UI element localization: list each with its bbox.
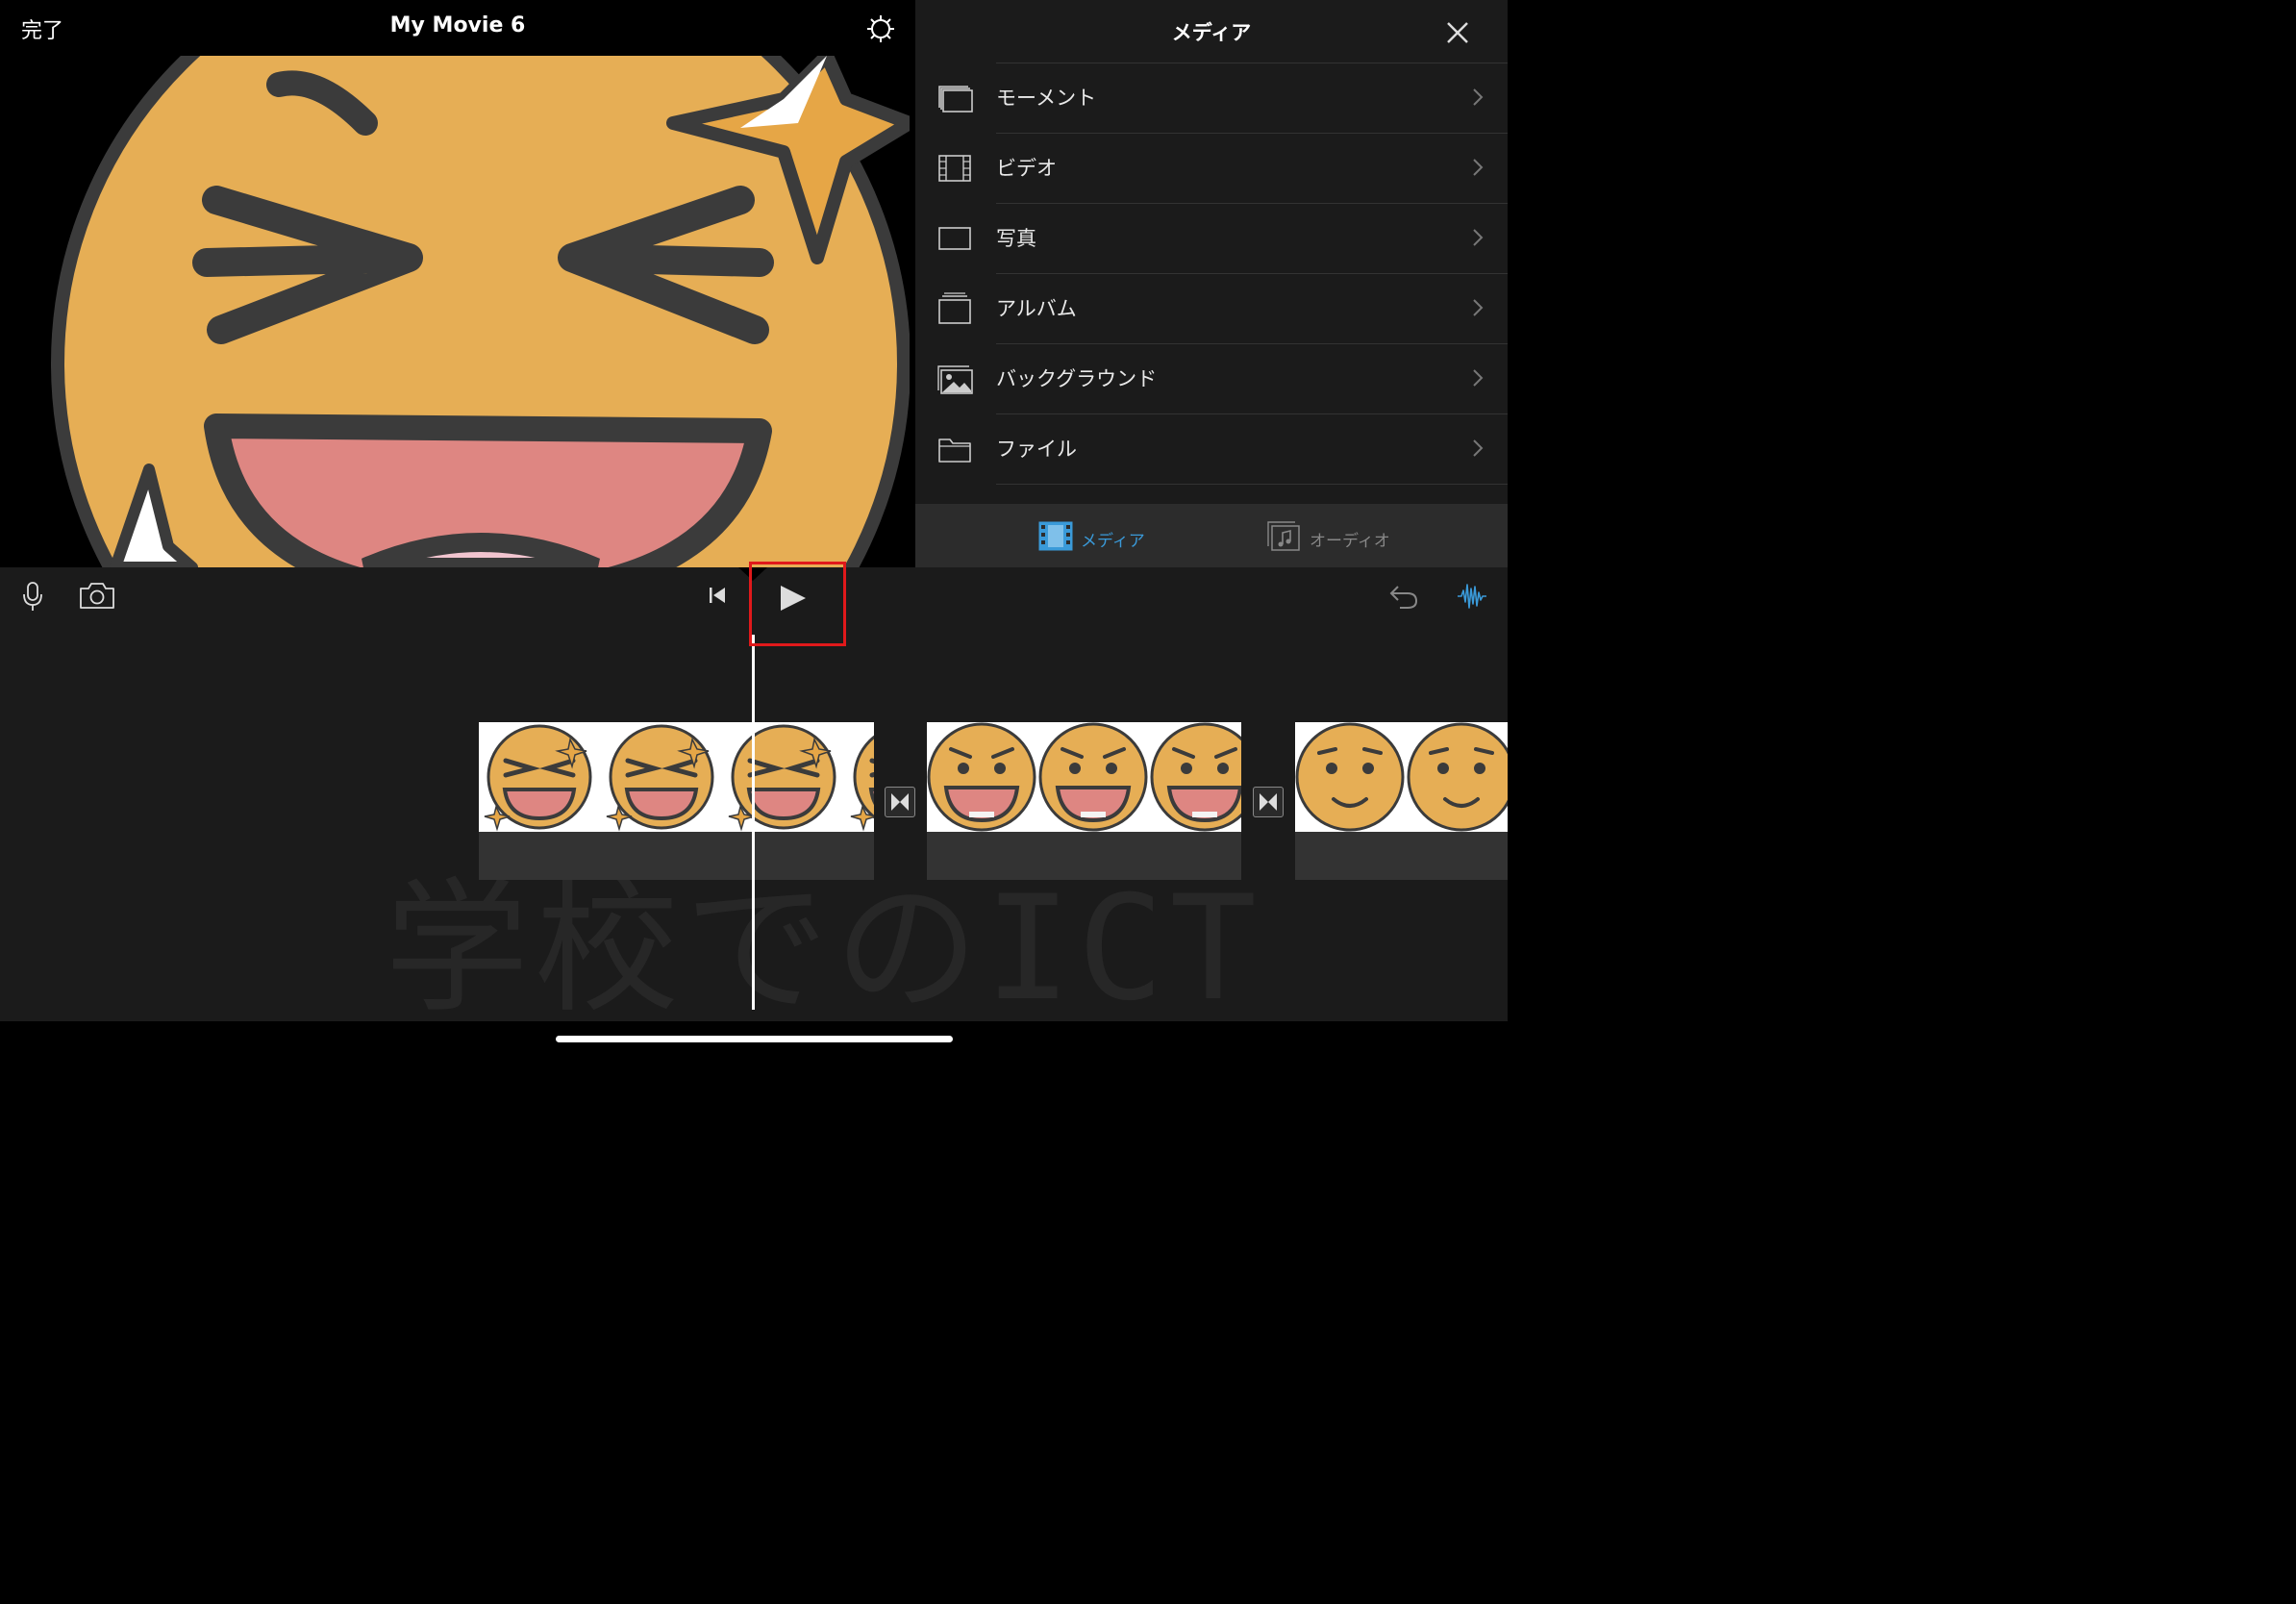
clip-audio-track [1295,832,1508,880]
divider [996,484,1508,485]
play-button-highlight [749,562,846,646]
close-icon[interactable] [1444,19,1471,46]
media-film-icon [1038,521,1073,551]
media-item-label: アルバム [996,297,1077,320]
tab-audio[interactable]: オーディオ [1265,519,1400,552]
transition-bowtie-icon [1260,793,1277,811]
media-item-video[interactable]: ビデオ [915,134,1508,204]
transition-bowtie-icon [891,793,909,811]
emoji-preview-image [0,56,910,567]
media-item-label: ファイル [996,438,1077,461]
folder-icon [938,439,971,463]
playhead-line[interactable] [752,635,755,1010]
media-item-label: 写真 [996,227,1036,250]
undo-icon[interactable] [1388,583,1419,610]
media-item-files[interactable]: ファイル [915,414,1508,485]
viewer: 完了 My Movie 6 [0,0,915,567]
clip-thumbnail-strip [484,722,874,832]
clip-thumbnail-strip [1295,722,1508,832]
clip-audio-track [479,832,874,880]
chevron-right-icon [1473,88,1484,106]
media-item-label: バックグラウンド [996,367,1158,390]
tab-audio-label: オーディオ [1310,532,1390,551]
media-panel-title: メディア [1171,21,1252,44]
album-icon [938,292,971,324]
media-item-label: モーメント [996,87,1097,110]
media-item-backgrounds[interactable]: バックグラウンド [915,344,1508,414]
media-item-albums[interactable]: アルバム [915,274,1508,344]
video-preview[interactable] [0,56,910,567]
video-clip-smiling-emoji[interactable] [1295,722,1508,832]
project-title: My Movie 6 [389,13,526,38]
media-item-photos[interactable]: 写真 [915,204,1508,274]
video-clip-grinning-emoji[interactable] [927,722,1241,832]
timeline-area[interactable]: 学校でのICT [0,635,1508,1021]
skip-to-start-icon[interactable] [707,585,728,606]
camera-icon[interactable] [79,581,115,610]
tab-media[interactable]: メディア [1036,519,1152,552]
media-item-moments[interactable]: モーメント [915,63,1508,134]
video-clip-laughing-emoji[interactable] [479,722,874,832]
audio-waveform-icon[interactable] [1456,581,1488,612]
transition-button[interactable] [1253,787,1284,817]
home-indicator[interactable] [556,1036,953,1042]
chevron-right-icon [1473,439,1484,457]
chevron-right-icon [1473,299,1484,316]
microphone-icon[interactable] [21,581,44,612]
audio-music-icon [1267,521,1300,551]
chevron-right-icon [1473,159,1484,176]
media-tab-bar: メディア オーディオ [915,504,1508,567]
media-item-label: ビデオ [996,157,1057,180]
moments-icon [938,86,973,113]
chevron-right-icon [1473,229,1484,246]
background-image-icon [937,365,973,394]
clip-audio-track [927,832,1241,880]
clip-thumbnail-strip [927,722,1241,832]
photo-icon [938,227,971,250]
transition-button[interactable] [885,787,915,817]
video-film-icon [938,155,971,182]
settings-gear-icon[interactable] [865,13,896,44]
media-browser-panel: メディア モーメント ビデオ 写真 アルバム バックグラウンド ファイル メディ… [915,0,1508,567]
tab-media-label: メディア [1081,532,1145,551]
chevron-right-icon [1473,369,1484,387]
